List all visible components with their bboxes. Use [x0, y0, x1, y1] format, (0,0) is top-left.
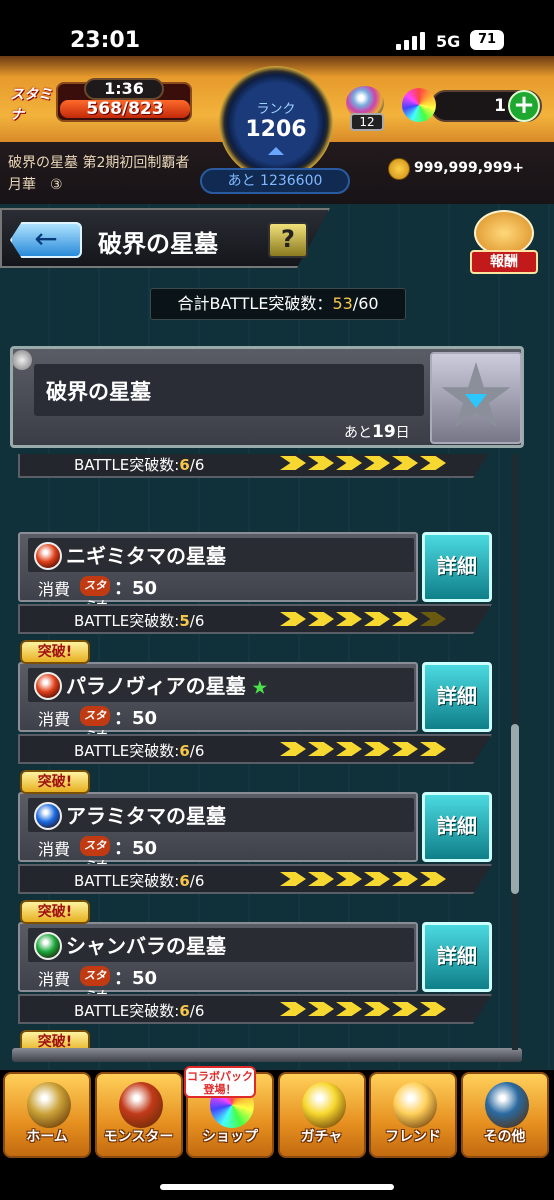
quest-card[interactable]: アラミタマの星墓消費スタミナ：50 詳細 BATTLE突破数:6/6 [18, 792, 492, 902]
nav-tab-label: モンスター [103, 1129, 174, 1145]
nav-tab-label: ガチャ [300, 1129, 343, 1145]
home-indicator [160, 1184, 394, 1190]
battle-progress: BATTLE突破数:6/6 [74, 742, 205, 760]
nav-tab-label: フレンド [385, 1129, 441, 1145]
cost-value: ：50 [114, 708, 158, 729]
nav-tab-friend[interactable]: フレンド [369, 1072, 457, 1158]
nav-tab-gacha[interactable]: ガチャ [277, 1072, 366, 1158]
card-title: ニギミタマの星墓 [66, 544, 226, 568]
next-card-edge [12, 1048, 522, 1062]
cleared-badge: 突破! [20, 900, 90, 924]
home-icon [27, 1082, 71, 1128]
cost-label: 消費 [38, 580, 71, 599]
other-icon [484, 1082, 529, 1128]
star-icon: ★ [252, 678, 267, 697]
battle-progress: BATTLE突破数:5/6 [74, 612, 205, 630]
pin-icon [12, 350, 32, 370]
stamina-cost-icon: スタミナ [80, 706, 110, 742]
detail-button[interactable]: 詳細 [422, 792, 492, 862]
stamina-cost-icon: スタミナ [80, 576, 110, 612]
scrollbar-thumb[interactable] [511, 724, 519, 894]
card-title: シャンバラの星墓 [66, 934, 226, 958]
event-remaining-days: あと19日 [344, 422, 410, 442]
quest-card[interactable]: シャンバラの星墓消費スタミナ：50 詳細 BATTLE突破数:6/6 [18, 922, 492, 1032]
cost-value: ：50 [114, 838, 158, 859]
cleared-badge: 突破! [20, 770, 90, 794]
water-element-icon [34, 802, 62, 830]
card-title: アラミタマの星墓 [66, 804, 226, 828]
detail-button[interactable]: 詳細 [422, 532, 492, 602]
fire-element-icon [34, 542, 62, 570]
cost-value: ：50 [114, 578, 158, 599]
battle-progress: BATTLE突破数:6/6 [74, 1002, 205, 1020]
stamina-cost-icon: スタミナ [80, 836, 110, 872]
fire-element-icon [34, 672, 62, 700]
cost-value: ：50 [114, 968, 158, 989]
stamina-cost-icon: スタミナ [80, 966, 110, 1002]
gacha-icon [301, 1082, 346, 1128]
detail-button[interactable]: 詳細 [422, 922, 492, 992]
friend-icon [393, 1082, 437, 1128]
battle-progress: BATTLE突破数:6/6 [74, 872, 205, 890]
cost-label: 消費 [38, 710, 71, 729]
nav-tab-monster[interactable]: モンスター [94, 1072, 183, 1158]
quest-list: 消費スタミナ：50詳細BATTLE突破数:6/6ニギミタマの星墓消費スタミナ：5… [0, 0, 554, 1200]
collab-pack-badge: コラボパック登場！ [184, 1066, 256, 1098]
battle-progress: BATTLE突破数:6/6 [74, 456, 205, 474]
card-title: パラノヴィアの星墓 ★ [66, 674, 267, 698]
nav-tab-other[interactable]: その他 [460, 1072, 549, 1158]
nav-tab-label: ホーム [26, 1129, 68, 1145]
monster-icon [118, 1082, 163, 1128]
nav-tab-label: その他 [483, 1129, 526, 1145]
nav-tab-home[interactable]: ホーム [3, 1072, 91, 1158]
wood-element-icon [34, 932, 62, 960]
quest-card[interactable]: パラノヴィアの星墓 ★ 消費スタミナ：50 詳細 BATTLE突破数:6/6 [18, 662, 492, 772]
event-title: 破界の星墓 [46, 379, 151, 404]
detail-button[interactable]: 詳細 [422, 662, 492, 732]
cost-label: 消費 [38, 840, 71, 859]
cleared-badge: 突破! [20, 640, 90, 664]
emblem-gem-icon [465, 394, 487, 408]
cost-label: 消費 [38, 970, 71, 989]
nav-tab-label: ショップ [202, 1129, 258, 1145]
quest-card[interactable]: ニギミタマの星墓消費スタミナ：50 詳細 BATTLE突破数:5/6 [18, 532, 492, 642]
